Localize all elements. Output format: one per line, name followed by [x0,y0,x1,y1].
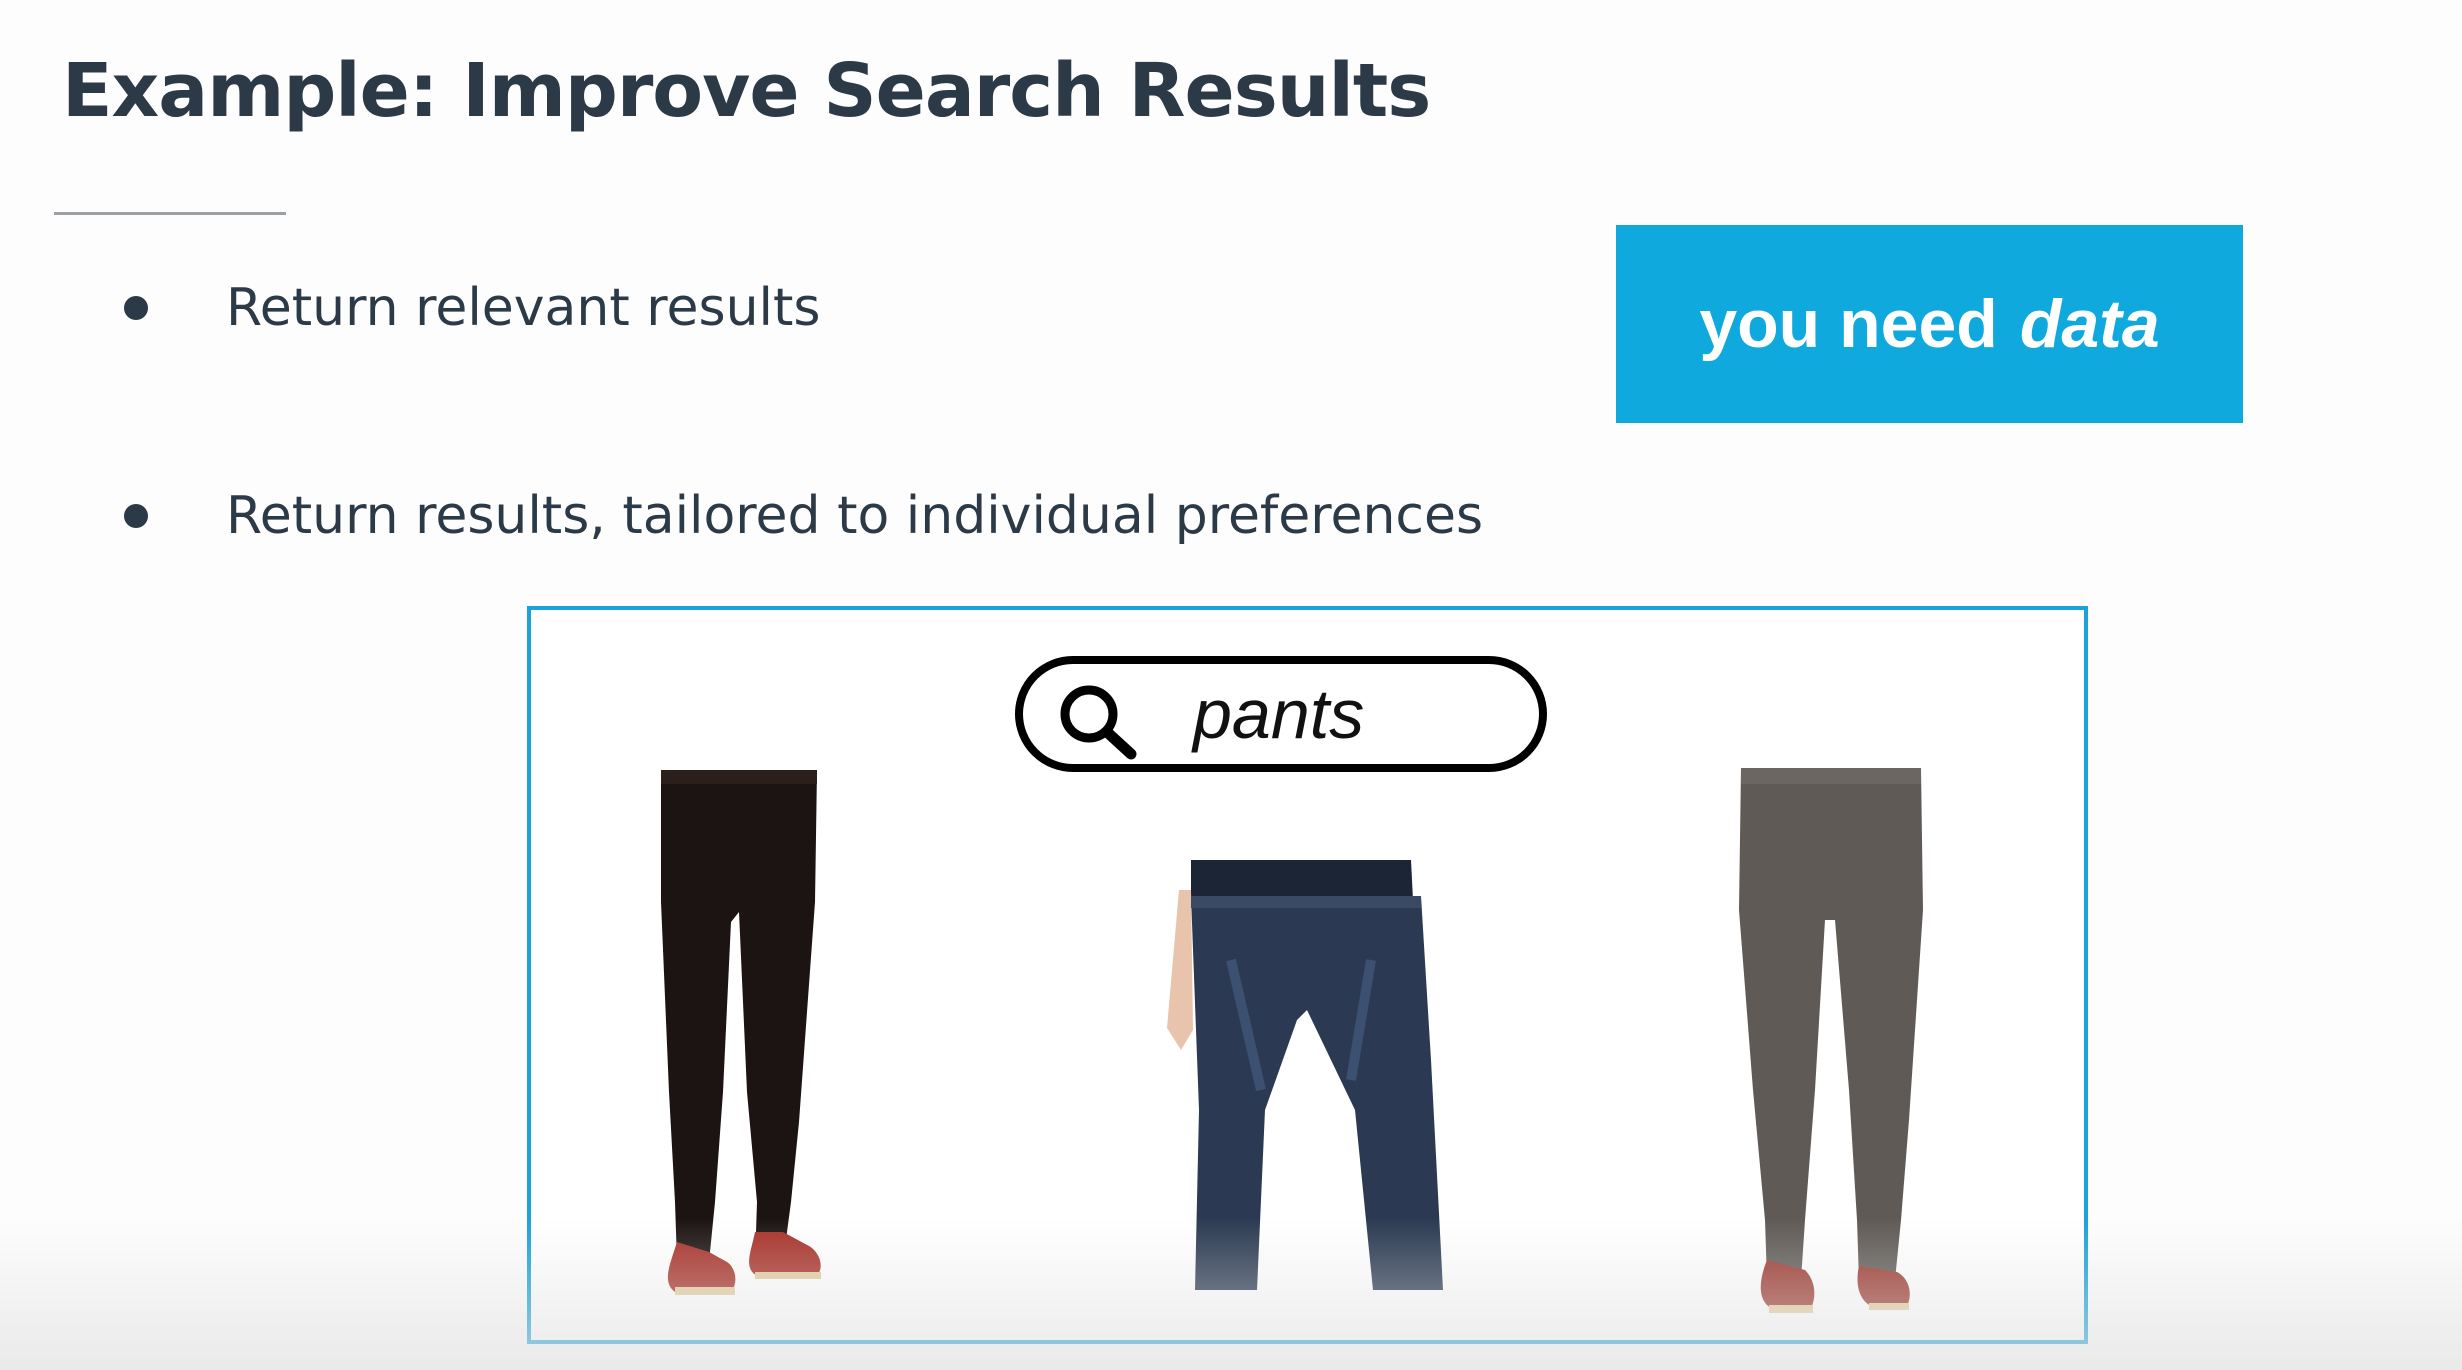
callout-prefix: you need [1699,286,1998,362]
slide: Example: Improve Search Results Return r… [0,0,2462,1370]
bullet-text: Return relevant results [226,278,821,338]
blue-jeans-image [1131,860,1461,1300]
callout-emphasis: data [2019,286,2160,362]
title-underline [54,212,286,215]
search-icon [1060,685,1137,760]
search-query: pants [1193,675,1365,753]
search-example-frame: pants [527,606,2088,1344]
bullet-text: Return results, tailored to individual p… [226,486,1484,546]
black-pants-image [631,762,831,1302]
search-box: pants [1015,656,1547,772]
callout-box: you need data [1616,225,2243,423]
bullet-item: Return relevant results [124,278,820,338]
bullet-dot-icon [124,296,148,320]
slide-title: Example: Improve Search Results [62,48,1431,134]
bullet-dot-icon [124,504,148,528]
grey-pants-image [1731,760,1931,1320]
bullet-item: Return results, tailored to individual p… [124,486,1483,546]
